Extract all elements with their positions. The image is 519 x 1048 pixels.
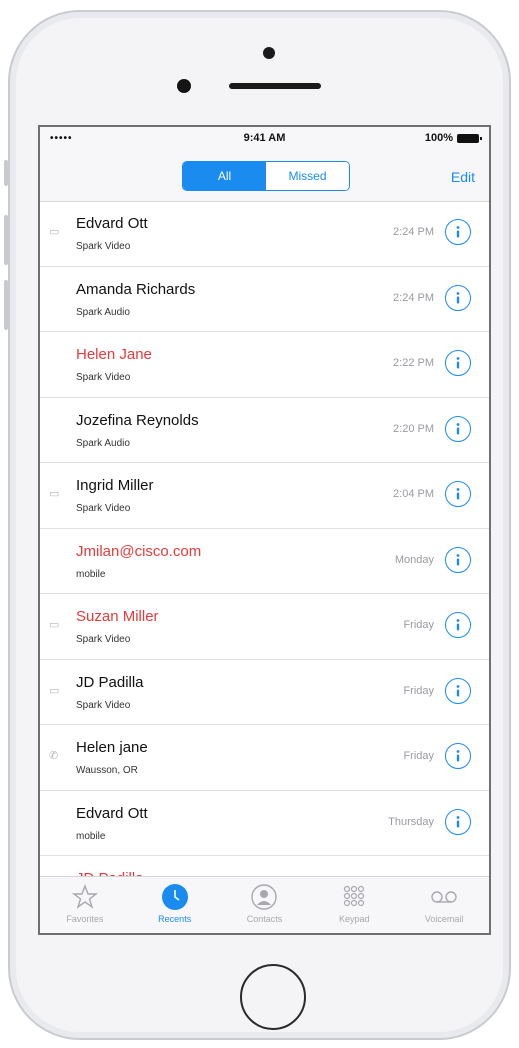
tab-label: Favorites	[66, 914, 104, 924]
voicemail-icon	[429, 883, 459, 911]
call-row[interactable]: ▭ Suzan Miller Spark Video Friday	[40, 594, 489, 660]
call-time: 2:24 PM	[393, 291, 434, 304]
call-name: Edvard Ott	[76, 804, 148, 822]
phone-screen: ••••• 9:41 AM 100% All Missed Edit ▭ Edva…	[38, 125, 491, 935]
nav-bar: All Missed Edit	[40, 149, 489, 202]
call-row[interactable]: Jmilan@cisco.com mobile Monday	[40, 529, 489, 594]
call-name: JD Padilla	[76, 673, 144, 691]
call-name: Helen Jane	[76, 346, 152, 363]
volume-down-button	[4, 280, 8, 330]
status-bar: ••••• 9:41 AM 100%	[40, 127, 489, 149]
info-icon[interactable]	[445, 415, 471, 442]
call-detail: Spark Video	[76, 699, 131, 711]
call-time: Friday	[403, 619, 434, 631]
status-time: 9:41 AM	[243, 132, 286, 144]
home-button[interactable]	[240, 964, 306, 1030]
tab-voicemail[interactable]: Voicemail	[399, 877, 489, 933]
call-detail: Spark Video	[76, 241, 131, 252]
call-detail: Spark Video	[76, 372, 131, 383]
call-detail: mobile	[76, 830, 106, 842]
call-row[interactable]: ▭ Ingrid Miller Spark Video 2:04 PM	[40, 463, 489, 529]
segmented-control[interactable]: All Missed	[182, 161, 350, 191]
call-detail: Wausson, OR	[76, 765, 138, 776]
star-icon	[71, 883, 98, 911]
clock-icon	[161, 883, 189, 911]
call-row[interactable]: Amanda Richards Spark Audio 2:24 PM	[40, 267, 489, 332]
battery-icon	[457, 133, 482, 143]
video-icon: ▭	[49, 684, 60, 697]
call-time: Thursday	[388, 815, 434, 828]
info-icon[interactable]	[445, 808, 471, 835]
info-icon[interactable]	[445, 612, 471, 638]
tab-contacts[interactable]: Contacts	[220, 877, 310, 933]
call-name: Edvard Ott	[76, 215, 148, 232]
info-icon[interactable]	[445, 677, 471, 704]
contact-icon	[251, 883, 278, 911]
call-row[interactable]: Helen Jane Spark Video 2:22 PM	[40, 332, 489, 398]
call-row[interactable]: Jozefina Reynolds Spark Audio 2:20 PM	[40, 398, 489, 463]
call-name: Suzan Miller	[76, 608, 159, 625]
tab-label: Voicemail	[424, 914, 464, 924]
call-row[interactable]: Edvard Ott mobile Thursday	[40, 791, 489, 856]
earpiece-speaker	[229, 83, 321, 89]
edit-button[interactable]: Edit	[451, 169, 475, 185]
call-time: Friday	[403, 750, 434, 762]
call-row[interactable]: ▭ JD Padilla Spark Video Friday	[40, 660, 489, 725]
call-time: 2:22 PM	[393, 357, 434, 369]
segment-missed[interactable]: Missed	[266, 162, 349, 190]
call-row[interactable]: ▭ Edvard Ott Spark Video 2:24 PM	[40, 201, 489, 267]
info-icon[interactable]	[445, 743, 471, 769]
tab-bar: Favorites Recents Contacts Keypad Voicemail	[40, 876, 489, 933]
call-time: 2:20 PM	[393, 422, 434, 435]
call-name: Jmilan@cisco.com	[76, 542, 202, 560]
mute-switch	[4, 160, 8, 186]
battery-indicator: 100%	[424, 132, 482, 144]
recents-list: ▭ Edvard Ott Spark Video 2:24 PM Amanda Rich…	[40, 201, 489, 856]
tab-keypad[interactable]: Keypad	[309, 877, 399, 933]
call-detail: Spark Audio	[76, 437, 130, 449]
call-name: Amanda Richards	[76, 280, 196, 298]
info-icon[interactable]	[445, 284, 471, 311]
info-icon[interactable]	[445, 350, 471, 376]
tab-recents[interactable]: Recents	[130, 877, 220, 933]
call-row[interactable]: ✆ Helen jane Wausson, OR Friday	[40, 725, 489, 791]
video-icon: ▭	[49, 619, 60, 631]
keypad-icon	[341, 883, 367, 911]
call-time: Monday	[394, 553, 434, 566]
video-icon: ▭	[49, 488, 60, 500]
volume-up-button	[4, 215, 8, 265]
tab-favorites[interactable]: Favorites	[40, 877, 130, 933]
phone-icon: ✆	[49, 750, 59, 762]
tab-label: Contacts	[246, 914, 283, 924]
info-icon[interactable]	[445, 546, 471, 573]
segment-all[interactable]: All	[183, 162, 266, 190]
call-name: Ingrid Miller	[76, 477, 154, 494]
call-detail: Spark Audio	[76, 306, 130, 318]
info-icon[interactable]	[445, 219, 471, 245]
proximity-sensor	[263, 47, 275, 59]
call-time: Friday	[403, 684, 434, 697]
info-icon[interactable]	[445, 481, 471, 507]
battery-percent: 100%	[424, 132, 453, 144]
front-camera	[177, 79, 191, 93]
call-time: 2:24 PM	[393, 226, 434, 238]
call-time: 2:04 PM	[393, 488, 434, 500]
call-detail: Spark Video	[76, 503, 131, 514]
call-name: Jozefina Reynolds	[76, 411, 199, 429]
call-detail: mobile	[76, 568, 106, 580]
tab-label: Recents	[158, 914, 192, 924]
tab-label: Keypad	[339, 914, 370, 924]
call-name: Helen jane	[76, 739, 148, 756]
call-detail: Spark Video	[76, 634, 131, 645]
video-icon: ▭	[49, 226, 60, 238]
